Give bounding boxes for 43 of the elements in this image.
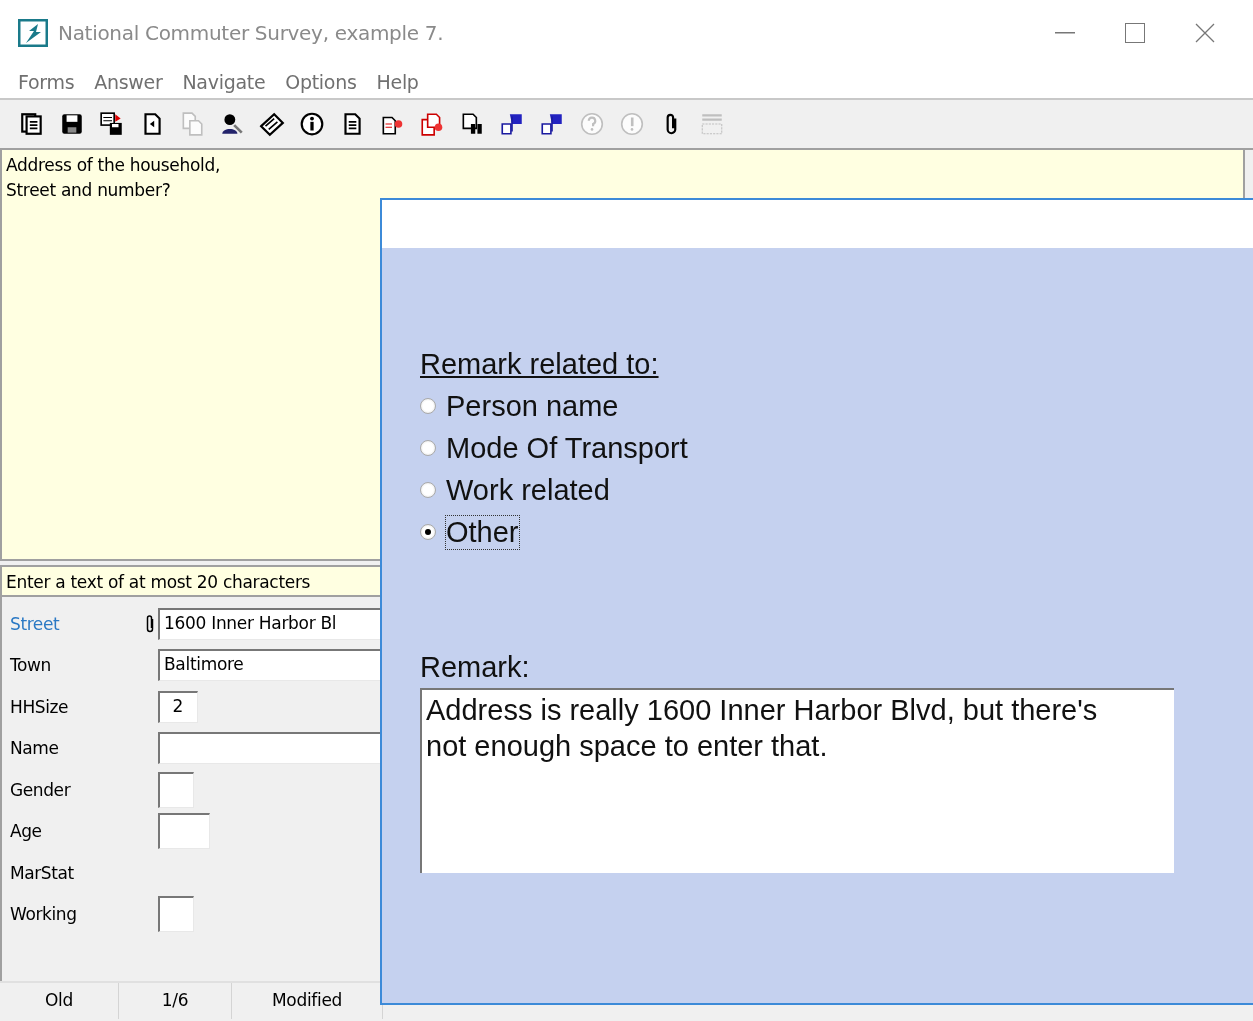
menu-item[interactable]: Help [368,71,427,93]
remark-field[interactable]: Address is really 1600 Inner Harbor Blvd, but there's not enough space to enter that. [420,688,1174,873]
radio-button[interactable] [420,524,436,540]
remark-label: Remark: [420,651,530,684]
field-label: Working [9,904,78,925]
input-field[interactable] [158,896,194,933]
radio-button[interactable] [420,398,436,414]
radio-label[interactable]: Person name [446,389,619,423]
radio-label[interactable]: Mode Of Transport [446,431,688,465]
radio-button[interactable] [420,440,436,456]
maximize-icon[interactable] [1125,23,1145,43]
field-label: HHSize [9,696,70,717]
remark-prompt: Remark related to: [420,348,659,381]
info-icon[interactable] [299,111,325,137]
menu-item[interactable]: Navigate [174,71,274,93]
radio-button[interactable] [420,482,436,498]
input-field[interactable]: 2 [158,690,198,723]
input-field[interactable] [158,813,210,850]
question-text: Address of the household, [6,154,221,177]
keyboard-icon[interactable] [259,111,285,137]
menu-item[interactable]: Forms [10,71,83,93]
field-label: MarStat [9,862,75,883]
app-logo-icon [18,19,48,47]
paperclip-icon[interactable] [145,613,155,634]
radio-label[interactable]: Work related [446,473,610,507]
input-field[interactable] [158,771,194,808]
person-search-icon[interactable] [219,111,245,137]
documents-cross-icon[interactable] [419,111,445,137]
status-text: 1/6 [119,983,232,1019]
document-floppy-icon[interactable] [99,111,125,137]
status-text: Old [0,983,119,1019]
window-title: National Commuter Survey, example 7. [58,21,445,45]
field-label: Gender [9,779,72,800]
field-label: Town [9,655,52,676]
documents-icon[interactable] [19,111,45,137]
field-label: Name [9,738,60,759]
field-label: Age [9,821,43,842]
menu-item[interactable]: Answer [86,71,171,93]
radio-label[interactable]: Other [446,515,519,549]
field-label: Street [9,613,61,634]
question-text: Street and number? [6,179,171,202]
close-icon[interactable] [1195,23,1215,43]
menu-item[interactable]: Options [277,71,365,93]
